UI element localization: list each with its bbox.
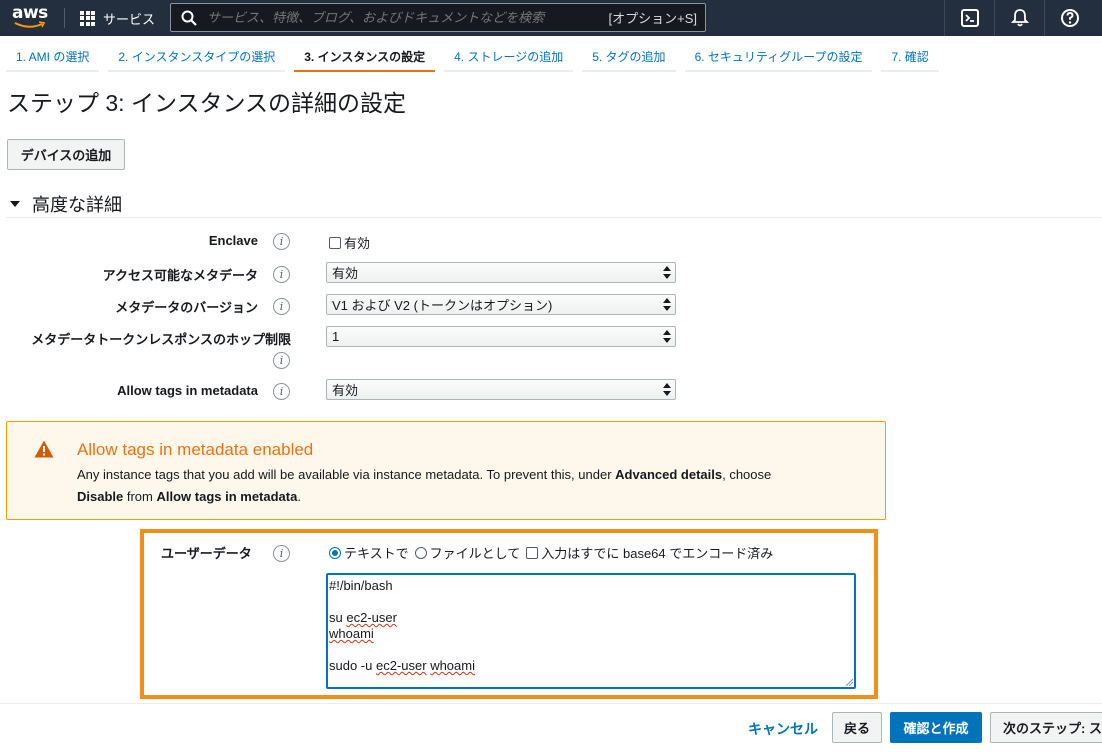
footer-divider [0, 703, 1102, 704]
select-value: 有効 [332, 266, 359, 281]
info-icon[interactable]: i [273, 383, 290, 400]
aws-smile-icon [14, 21, 46, 28]
services-label: サービス [103, 11, 156, 27]
radio-selected[interactable] [329, 546, 341, 559]
base64-checkbox[interactable]: 入力はすでに base64 でエンコード済み [526, 543, 773, 562]
as-file-label: ファイルとして [429, 546, 521, 561]
info-icon[interactable]: i [273, 233, 290, 250]
grid-icon [80, 10, 95, 26]
enclave-checkbox-label: 有効 [344, 236, 371, 251]
global-search-box[interactable]: [オプション+S] [170, 3, 706, 32]
info-icon[interactable]: i [273, 298, 290, 315]
nav-divider [944, 0, 945, 36]
tab-configure-security-group[interactable]: 6. セキュリティグループの設定 [684, 42, 873, 72]
review-and-launch-button[interactable]: 確認と作成 [890, 712, 982, 743]
advanced-details-toggle[interactable]: 高度な詳細 [10, 191, 122, 217]
metadata-version-select[interactable]: V1 および V2 (トークンはオプション) [326, 294, 676, 315]
select-arrows-icon [663, 298, 671, 311]
hop-limit-select[interactable]: 1 [326, 326, 676, 347]
select-arrows-icon [663, 330, 671, 343]
select-arrows-icon [663, 383, 671, 396]
base64-label: 入力はすでに base64 でエンコード済み [541, 546, 774, 561]
back-button[interactable]: 戻る [832, 712, 882, 743]
alert-title: Allow tags in metadata enabled [77, 440, 314, 459]
nav-divider [994, 0, 995, 36]
warning-icon [34, 440, 54, 458]
info-icon[interactable]: i [273, 266, 290, 283]
nav-divider [64, 8, 65, 28]
aws-logo[interactable]: aws [12, 4, 52, 32]
code-line: whoami [329, 626, 374, 641]
checkbox-box[interactable] [329, 236, 341, 249]
tab-add-storage[interactable]: 4. ストレージの追加 [444, 42, 574, 72]
search-input[interactable] [207, 10, 609, 25]
resize-grip-icon[interactable] [845, 678, 853, 686]
notification-bell-icon[interactable] [1010, 8, 1030, 28]
nav-divider [1044, 0, 1045, 36]
enclave-checkbox[interactable]: 有効 [329, 233, 370, 252]
user-data-input-options: テキストで ファイルとして 入力はすでに base64 でエンコード済み [329, 543, 779, 562]
radio-unselected[interactable] [414, 546, 427, 559]
code-line: sudo -u ec2-user whoami [329, 658, 475, 673]
tab-add-tags[interactable]: 5. タグの追加 [582, 42, 676, 72]
help-icon[interactable] [1060, 8, 1080, 28]
aws-logo-text: aws [12, 3, 48, 23]
warning-alert: Allow tags in metadata enabled Any insta… [6, 421, 886, 520]
metadata-accessible-select[interactable]: 有効 [326, 262, 676, 283]
allow-tags-select[interactable]: 有効 [326, 379, 676, 400]
info-icon[interactable]: i [273, 545, 290, 562]
alert-body: Any instance tags that you add will be a… [77, 467, 772, 504]
page-title: ステップ 3: インスタンスの詳細の設定 [7, 90, 407, 116]
section-divider [6, 217, 1102, 218]
tab-configure-instance[interactable]: 3. インスタンスの設定 [294, 42, 436, 72]
code-line: #!/bin/bash [329, 578, 393, 593]
cloudshell-icon[interactable] [960, 8, 980, 28]
select-value: 有効 [332, 383, 359, 398]
select-value: 1 [332, 329, 340, 344]
tab-choose-instance-type[interactable]: 2. インスタンスタイプの選択 [108, 42, 286, 72]
next-step-button[interactable]: 次のステップ: ストレージの追加 [990, 712, 1102, 743]
search-shortcut: [オプション+S] [608, 11, 698, 26]
search-icon [181, 10, 197, 26]
as-text-radio[interactable]: テキストで [329, 543, 409, 562]
code-line: su ec2-user [329, 610, 397, 625]
metadata-version-label: メタデータのバージョン [115, 300, 258, 315]
enclave-label: Enclave [208, 233, 258, 248]
hop-limit-label: メタデータトークンレスポンスのホップ制限 [31, 332, 291, 347]
select-arrows-icon [663, 266, 671, 279]
wizard-steps: 1. AMI の選択 2. インスタンスタイプの選択 3. インスタンスの設定 … [6, 42, 948, 72]
caret-down-icon [10, 201, 20, 207]
user-data-label: ユーザーデータ [161, 546, 252, 561]
metadata-accessible-label: アクセス可能なメタデータ [102, 268, 258, 283]
info-icon[interactable]: i [273, 352, 290, 369]
add-device-button[interactable]: デバイスの追加 [7, 139, 125, 170]
cancel-link[interactable]: キャンセル [748, 719, 818, 739]
checkbox-box[interactable] [526, 546, 539, 559]
services-menu-button[interactable]: サービス [80, 8, 155, 28]
as-text-label: テキストで [344, 546, 409, 561]
allow-tags-label: Allow tags in metadata [117, 383, 258, 398]
as-file-radio[interactable]: ファイルとして [414, 543, 521, 562]
tab-review[interactable]: 7. 確認 [881, 42, 939, 72]
tab-choose-ami[interactable]: 1. AMI の選択 [6, 42, 100, 72]
top-navigation-bar: aws サービス [オプション+S] [0, 0, 1102, 36]
select-value: V1 および V2 (トークンはオプション) [332, 298, 553, 313]
user-data-textarea[interactable]: #!/bin/bash su ec2-user whoami sudo -u e… [326, 573, 856, 689]
advanced-details-heading: 高度な詳細 [32, 195, 122, 215]
